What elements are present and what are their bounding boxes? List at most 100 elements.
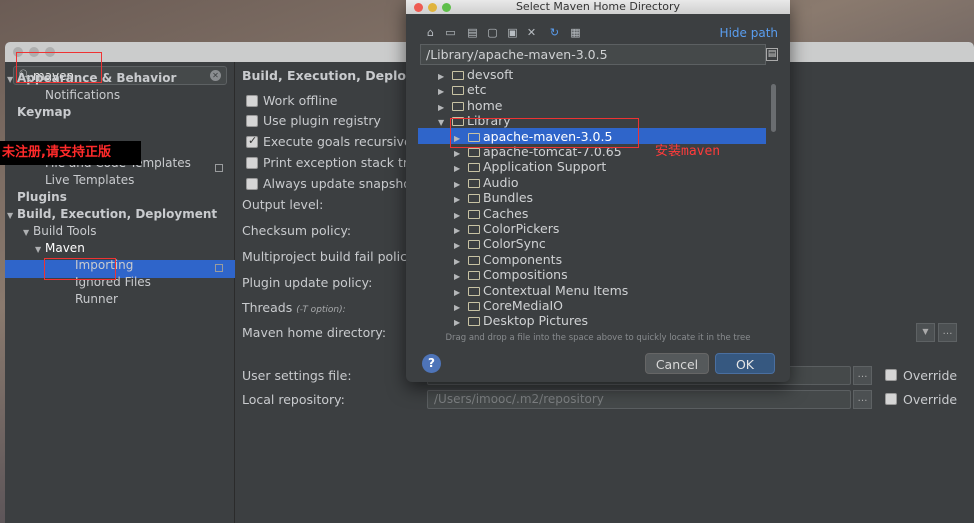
folder-item[interactable]: ▶ Components bbox=[454, 252, 562, 267]
dialog-minimize-button[interactable] bbox=[428, 3, 437, 12]
sidebar-item-label: Build Tools bbox=[33, 224, 97, 238]
clear-search-icon[interactable]: ✕ bbox=[210, 70, 221, 81]
folder-icon bbox=[468, 255, 480, 265]
option-checkbox[interactable] bbox=[246, 157, 258, 169]
local-repository-label: Local repository: bbox=[242, 392, 345, 407]
option-checkbox[interactable] bbox=[246, 134, 258, 148]
folder-item[interactable]: ▶ ColorPickers bbox=[454, 221, 559, 236]
search-highlight-box bbox=[16, 52, 102, 83]
module-icon[interactable]: ▢ bbox=[486, 27, 499, 39]
maven-home-dropdown-arrow[interactable]: ▼ bbox=[916, 323, 935, 342]
option-checkbox[interactable] bbox=[246, 178, 258, 190]
sidebar-item-plugins[interactable]: Plugins bbox=[17, 189, 67, 206]
local-repository-field[interactable]: /Users/imooc/.m2/repository bbox=[427, 390, 851, 409]
path-history-icon[interactable]: ▤ bbox=[766, 48, 778, 61]
folder-item[interactable]: ▶ Audio bbox=[454, 175, 519, 190]
sidebar-item-live-templates[interactable]: Live Templates bbox=[45, 172, 134, 189]
maven-highlight-box bbox=[44, 258, 116, 280]
folder-label: ColorSync bbox=[483, 236, 546, 252]
project-icon[interactable]: ▤ bbox=[466, 27, 479, 39]
sidebar-item-label: Runner bbox=[75, 292, 118, 306]
drag-drop-hint: Drag and drop a file into the space abov… bbox=[445, 333, 751, 343]
output-level-label: Output level: bbox=[242, 197, 324, 212]
ok-button[interactable]: OK bbox=[715, 353, 775, 374]
folder-label: home bbox=[467, 97, 503, 113]
folder-item[interactable]: ▶ etc bbox=[438, 82, 486, 97]
sidebar-item-runner[interactable]: Runner bbox=[75, 291, 118, 308]
folder-label: Contextual Menu Items bbox=[483, 282, 629, 298]
expand-arrow-icon[interactable]: ▶ bbox=[454, 315, 468, 330]
folder-icon bbox=[468, 148, 480, 157]
override-repository-label: Override bbox=[903, 392, 958, 407]
folder-label: devsoft bbox=[467, 67, 514, 82]
folder-label: Caches bbox=[483, 205, 529, 221]
folder-item[interactable]: ▶ Compositions bbox=[454, 267, 568, 282]
path-input[interactable]: /Library/apache-maven-3.0.5 bbox=[420, 44, 766, 65]
folder-item[interactable]: ▶ devsoft bbox=[438, 67, 513, 82]
folder-label: Desktop Pictures bbox=[483, 313, 589, 329]
sidebar-item-label: Plugins bbox=[17, 190, 67, 204]
help-button[interactable]: ? bbox=[422, 354, 441, 373]
threads-label: Threads (-T option): bbox=[242, 300, 346, 315]
sidebar-item-notifications[interactable]: Notifications bbox=[45, 87, 120, 104]
option-label: Work offline bbox=[263, 93, 338, 108]
sidebar-item-label: Build, Execution, Deployment bbox=[17, 207, 218, 221]
local-repository-browse-button[interactable]: … bbox=[853, 390, 872, 409]
folder-item[interactable]: ▶ Desktop Pictures bbox=[454, 313, 588, 328]
refresh-icon[interactable]: ↻ bbox=[548, 27, 561, 39]
sidebar-item-label: Keymap bbox=[17, 105, 72, 119]
sidebar-item-build-tools[interactable]: ▼ Build Tools bbox=[23, 223, 97, 240]
folder-label: Application Support bbox=[483, 159, 607, 175]
folder-icon bbox=[468, 163, 480, 173]
override-settings-checkbox[interactable] bbox=[885, 369, 897, 381]
home-icon[interactable]: ⌂ bbox=[424, 27, 437, 39]
new-folder-icon[interactable]: ▣ bbox=[506, 27, 519, 39]
folder-item[interactable]: ▶ CoreMediaIO bbox=[454, 298, 563, 313]
folder-item[interactable]: ▶ Contextual Menu Items bbox=[454, 283, 628, 298]
multiproject-policy-label: Multiproject build fail policy: bbox=[242, 249, 418, 264]
folder-icon bbox=[468, 209, 480, 219]
project-scope-icon bbox=[215, 264, 223, 272]
folder-item[interactable]: ▶ home bbox=[438, 98, 502, 113]
folder-icon bbox=[468, 178, 480, 188]
cancel-button[interactable]: Cancel bbox=[645, 353, 709, 374]
expand-arrow-icon[interactable]: ▼ bbox=[7, 207, 17, 224]
folder-icon bbox=[468, 286, 480, 296]
override-settings-label: Override bbox=[903, 368, 958, 383]
folder-label: etc bbox=[467, 82, 487, 98]
dialog-zoom-button[interactable] bbox=[442, 3, 451, 12]
sidebar-item-label: Live Templates bbox=[45, 173, 135, 187]
sidebar-item-build-execution-deployment[interactable]: ▼ Build, Execution, Deployment bbox=[7, 206, 217, 223]
expand-arrow-icon[interactable]: ▼ bbox=[23, 224, 33, 241]
maven-home-browse-button[interactable]: … bbox=[938, 323, 957, 342]
delete-icon[interactable]: ✕ bbox=[525, 27, 538, 39]
option-checkbox[interactable] bbox=[246, 115, 258, 127]
folder-icon bbox=[468, 302, 480, 311]
folder-label: Audio bbox=[483, 174, 519, 190]
folder-item[interactable]: ▶ Caches bbox=[454, 206, 528, 221]
user-settings-browse-button[interactable]: … bbox=[853, 366, 872, 385]
expand-arrow-icon[interactable]: ▼ bbox=[35, 241, 45, 258]
dialog-close-button[interactable] bbox=[414, 3, 423, 12]
user-settings-label: User settings file: bbox=[242, 368, 352, 383]
tree-scrollbar[interactable] bbox=[771, 84, 776, 132]
folder-label: ColorPickers bbox=[483, 221, 560, 236]
folder-item[interactable]: ▶ ColorSync bbox=[454, 236, 546, 251]
settings-sidebar: 🔍︎ maven ✕ ▼ Appearance & Behavior Notific… bbox=[5, 62, 235, 523]
show-hidden-icon[interactable]: ▦ bbox=[569, 27, 582, 39]
file-system-tree: ▶ devsoft ▶ etc ▶ home ▼ Library ▶ apache-maven-3… bbox=[418, 66, 776, 332]
desktop-icon[interactable]: ▭ bbox=[444, 27, 457, 39]
override-repository-checkbox[interactable] bbox=[885, 393, 897, 405]
folder-icon bbox=[468, 317, 480, 327]
folder-label: Compositions bbox=[483, 267, 568, 283]
folder-item[interactable]: ▶ Bundles bbox=[454, 190, 533, 205]
folder-icon bbox=[468, 240, 480, 250]
sidebar-item-maven[interactable]: ▼ Maven bbox=[35, 240, 85, 257]
folder-icon bbox=[452, 101, 464, 111]
option-label: Execute goals recursively bbox=[263, 134, 411, 149]
folder-item[interactable]: ▶ Application Support bbox=[454, 159, 606, 174]
option-checkbox[interactable] bbox=[246, 95, 258, 107]
hide-path-link[interactable]: Hide path bbox=[720, 26, 778, 40]
threads-label-text: Threads bbox=[242, 300, 293, 315]
sidebar-item-keymap[interactable]: Keymap bbox=[17, 104, 71, 121]
